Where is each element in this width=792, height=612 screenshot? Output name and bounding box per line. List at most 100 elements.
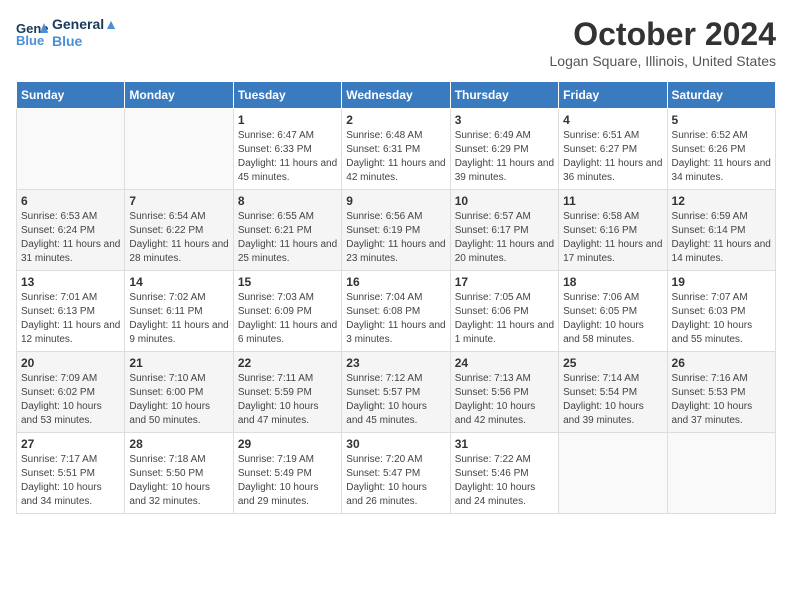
- day-info: Sunrise: 6:55 AMSunset: 6:21 PMDaylight:…: [238, 210, 337, 266]
- day-number: 16: [346, 275, 445, 289]
- day-info: Sunrise: 7:12 AMSunset: 5:57 PMDaylight:…: [346, 372, 445, 428]
- calendar-cell: 26 Sunrise: 7:16 AMSunset: 5:53 PMDayligh…: [667, 352, 775, 433]
- day-info: Sunrise: 7:19 AMSunset: 5:49 PMDaylight:…: [238, 453, 337, 509]
- calendar-cell: 15 Sunrise: 7:03 AMSunset: 6:09 PMDayligh…: [233, 271, 341, 352]
- calendar-cell: 25 Sunrise: 7:14 AMSunset: 5:54 PMDayligh…: [559, 352, 667, 433]
- calendar-cell: 7Sunrise: 6:54 AMSunset: 6:22 PMDaylight…: [125, 190, 233, 271]
- logo-icon: General Blue: [16, 19, 48, 47]
- day-info: Sunrise: 7:11 AMSunset: 5:59 PMDaylight:…: [238, 372, 337, 428]
- day-number: 19: [672, 275, 771, 289]
- calendar-cell: 31Sunrise: 7:22 AMSunset: 5:46 PMDayligh…: [450, 433, 558, 514]
- calendar-cell: 17 Sunrise: 7:05 AMSunset: 6:06 PMDayligh…: [450, 271, 558, 352]
- calendar-cell: 20 Sunrise: 7:09 AMSunset: 6:02 PMDayligh…: [17, 352, 125, 433]
- calendar-cell: 11 Sunrise: 6:58 AMSunset: 6:16 PMDayligh…: [559, 190, 667, 271]
- calendar-cell: 6Sunrise: 6:53 AMSunset: 6:24 PMDaylight…: [17, 190, 125, 271]
- day-number: 1: [238, 113, 337, 127]
- calendar-cell: 30 Sunrise: 7:20 AMSunset: 5:47 PMDayligh…: [342, 433, 450, 514]
- logo: General Blue General▲ Blue: [16, 16, 118, 50]
- logo-line2: Blue: [52, 33, 118, 50]
- location: Logan Square, Illinois, United States: [550, 53, 776, 69]
- day-number: 12: [672, 194, 771, 208]
- header-saturday: Saturday: [667, 82, 775, 109]
- calendar-cell: 19 Sunrise: 7:07 AMSunset: 6:03 PMDayligh…: [667, 271, 775, 352]
- day-info: Sunrise: 7:14 AMSunset: 5:54 PMDaylight:…: [563, 372, 662, 428]
- calendar-week-5: 27Sunrise: 7:17 AMSunset: 5:51 PMDayligh…: [17, 433, 776, 514]
- header-sunday: Sunday: [17, 82, 125, 109]
- title-section: October 2024 Logan Square, Illinois, Uni…: [550, 16, 776, 69]
- calendar: Sunday Monday Tuesday Wednesday Thursday…: [16, 81, 776, 514]
- logo-line1: General▲: [52, 16, 118, 33]
- day-number: 3: [455, 113, 554, 127]
- calendar-cell: 10Sunrise: 6:57 AMSunset: 6:17 PMDayligh…: [450, 190, 558, 271]
- day-number: 17: [455, 275, 554, 289]
- day-number: 22: [238, 356, 337, 370]
- day-info: Sunrise: 6:48 AMSunset: 6:31 PMDaylight:…: [346, 129, 445, 185]
- day-number: 5: [672, 113, 771, 127]
- day-number: 24: [455, 356, 554, 370]
- header-friday: Friday: [559, 82, 667, 109]
- day-number: 14: [129, 275, 228, 289]
- day-number: 6: [21, 194, 120, 208]
- day-info: Sunrise: 6:47 AMSunset: 6:33 PMDaylight:…: [238, 129, 337, 185]
- calendar-cell: 24 Sunrise: 7:13 AMSunset: 5:56 PMDayligh…: [450, 352, 558, 433]
- day-info: Sunrise: 7:10 AMSunset: 6:00 PMDaylight:…: [129, 372, 228, 428]
- month-title: October 2024: [550, 16, 776, 53]
- day-number: 25: [563, 356, 662, 370]
- calendar-cell: 27Sunrise: 7:17 AMSunset: 5:51 PMDayligh…: [17, 433, 125, 514]
- day-number: 9: [346, 194, 445, 208]
- header-monday: Monday: [125, 82, 233, 109]
- day-number: 29: [238, 437, 337, 451]
- day-info: Sunrise: 7:20 AMSunset: 5:47 PMDaylight:…: [346, 453, 445, 509]
- calendar-cell: 12Sunrise: 6:59 AMSunset: 6:14 PMDayligh…: [667, 190, 775, 271]
- calendar-week-3: 13Sunrise: 7:01 AMSunset: 6:13 PMDayligh…: [17, 271, 776, 352]
- calendar-cell: 29 Sunrise: 7:19 AMSunset: 5:49 PMDayligh…: [233, 433, 341, 514]
- day-info: Sunrise: 7:13 AMSunset: 5:56 PMDaylight:…: [455, 372, 554, 428]
- day-number: 21: [129, 356, 228, 370]
- day-number: 27: [21, 437, 120, 451]
- day-info: Sunrise: 7:16 AMSunset: 5:53 PMDaylight:…: [672, 372, 771, 428]
- day-number: 13: [21, 275, 120, 289]
- day-number: 2: [346, 113, 445, 127]
- day-info: Sunrise: 7:03 AMSunset: 6:09 PMDaylight:…: [238, 291, 337, 347]
- svg-text:Blue: Blue: [16, 33, 44, 47]
- day-number: 8: [238, 194, 337, 208]
- day-number: 11: [563, 194, 662, 208]
- calendar-cell: 16 Sunrise: 7:04 AMSunset: 6:08 PMDayligh…: [342, 271, 450, 352]
- calendar-cell: 14 Sunrise: 7:02 AMSunset: 6:11 PMDayligh…: [125, 271, 233, 352]
- day-info: Sunrise: 7:09 AMSunset: 6:02 PMDaylight:…: [21, 372, 120, 428]
- calendar-week-1: 1 Sunrise: 6:47 AMSunset: 6:33 PMDaylight…: [17, 109, 776, 190]
- calendar-cell: [667, 433, 775, 514]
- day-number: 18: [563, 275, 662, 289]
- calendar-cell: 1 Sunrise: 6:47 AMSunset: 6:33 PMDaylight…: [233, 109, 341, 190]
- page-header: General Blue General▲ Blue October 2024 …: [16, 16, 776, 69]
- header-tuesday: Tuesday: [233, 82, 341, 109]
- day-info: Sunrise: 6:49 AMSunset: 6:29 PMDaylight:…: [455, 129, 554, 185]
- header-thursday: Thursday: [450, 82, 558, 109]
- calendar-cell: 4Sunrise: 6:51 AMSunset: 6:27 PMDaylight…: [559, 109, 667, 190]
- day-number: 31: [455, 437, 554, 451]
- day-info: Sunrise: 7:18 AMSunset: 5:50 PMDaylight:…: [129, 453, 228, 509]
- day-number: 28: [129, 437, 228, 451]
- day-number: 15: [238, 275, 337, 289]
- calendar-cell: 8 Sunrise: 6:55 AMSunset: 6:21 PMDaylight…: [233, 190, 341, 271]
- day-number: 23: [346, 356, 445, 370]
- calendar-cell: 22 Sunrise: 7:11 AMSunset: 5:59 PMDayligh…: [233, 352, 341, 433]
- day-info: Sunrise: 7:02 AMSunset: 6:11 PMDaylight:…: [129, 291, 228, 347]
- calendar-cell: 3 Sunrise: 6:49 AMSunset: 6:29 PMDaylight…: [450, 109, 558, 190]
- calendar-cell: [559, 433, 667, 514]
- calendar-cell: [125, 109, 233, 190]
- day-number: 20: [21, 356, 120, 370]
- day-number: 30: [346, 437, 445, 451]
- header-wednesday: Wednesday: [342, 82, 450, 109]
- day-info: Sunrise: 7:07 AMSunset: 6:03 PMDaylight:…: [672, 291, 771, 347]
- day-number: 26: [672, 356, 771, 370]
- calendar-cell: 21 Sunrise: 7:10 AMSunset: 6:00 PMDayligh…: [125, 352, 233, 433]
- day-info: Sunrise: 6:54 AMSunset: 6:22 PMDaylight:…: [129, 210, 228, 266]
- calendar-week-4: 20 Sunrise: 7:09 AMSunset: 6:02 PMDayligh…: [17, 352, 776, 433]
- calendar-week-2: 6Sunrise: 6:53 AMSunset: 6:24 PMDaylight…: [17, 190, 776, 271]
- calendar-cell: 9Sunrise: 6:56 AMSunset: 6:19 PMDaylight…: [342, 190, 450, 271]
- day-info: Sunrise: 7:05 AMSunset: 6:06 PMDaylight:…: [455, 291, 554, 347]
- day-info: Sunrise: 7:04 AMSunset: 6:08 PMDaylight:…: [346, 291, 445, 347]
- calendar-cell: [17, 109, 125, 190]
- day-info: Sunrise: 6:58 AMSunset: 6:16 PMDaylight:…: [563, 210, 662, 266]
